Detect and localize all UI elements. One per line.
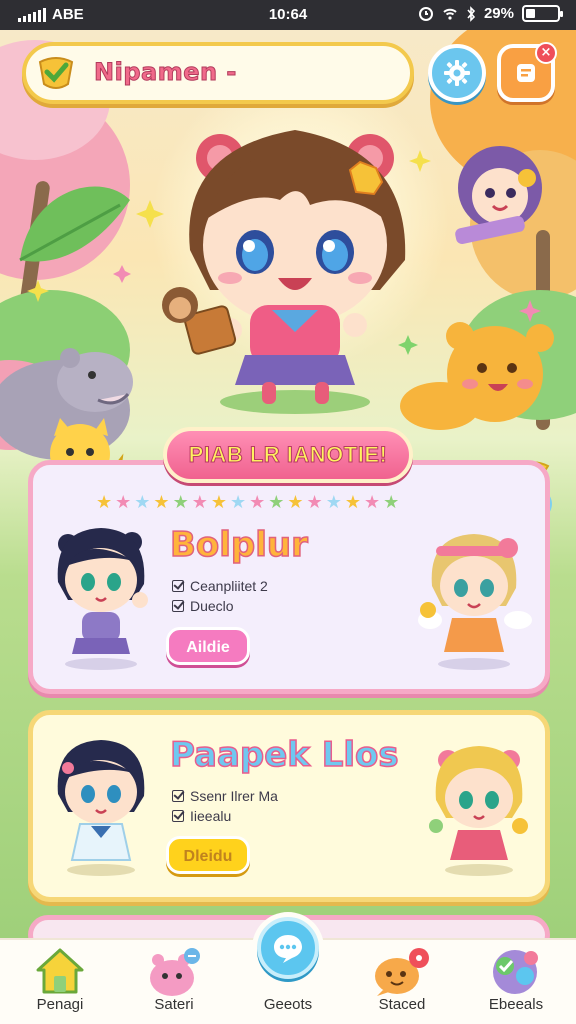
page-title: Nipamen - (94, 58, 237, 87)
girl-character-left-1 (57, 528, 148, 670)
nav-label: Sateri (154, 996, 194, 1013)
home-icon (36, 948, 84, 994)
checkbox-icon (172, 600, 184, 612)
event-action-button-2[interactable]: Dleidu (166, 836, 250, 874)
status-bar: ABE 10:64 29% (0, 0, 576, 30)
checkbox-icon (172, 580, 184, 592)
menu-button[interactable]: × (497, 42, 557, 102)
flying-character-illustration (455, 146, 542, 244)
girl-character-left-2 (57, 740, 145, 876)
messages-icon (375, 948, 429, 996)
nav-label: Ebeeals (488, 996, 544, 1013)
nav-home[interactable]: Penagi (10, 940, 110, 1024)
nav-pets[interactable]: Sateri (124, 940, 224, 1024)
nav-messages[interactable]: Staced (352, 940, 452, 1024)
event-title-2: Paapek Llos (169, 734, 399, 776)
girl-character-right-2 (429, 746, 528, 876)
nav-label: Penagi (36, 996, 84, 1013)
title-bar: Nipamen - (22, 42, 414, 104)
checklist-item: Ssenr Ilrer Ma (172, 788, 278, 804)
alarm-icon (418, 6, 433, 21)
collection-icon (493, 950, 538, 994)
bluetooth-icon (467, 5, 476, 22)
settings-button[interactable] (428, 44, 486, 102)
center-chat-button[interactable] (252, 912, 324, 984)
checkbox-icon (172, 810, 184, 822)
checklist-item: Dueclo (172, 598, 234, 614)
stars-decoration: ★★★★★★★★★★★★★★★★ (96, 492, 403, 512)
battery-percent: 29% (483, 5, 514, 22)
girl-character-right-1 (418, 534, 532, 670)
check-badge-icon (38, 57, 74, 89)
checkbox-icon (172, 790, 184, 802)
menu-icon (517, 64, 535, 82)
gear-icon (444, 60, 470, 86)
pet-icon (150, 948, 200, 996)
checklist-item: Iieealu (172, 808, 231, 824)
chat-icon (274, 935, 302, 963)
nav-label: Geeots (263, 996, 313, 1013)
event-title: Bolplur (169, 524, 308, 566)
close-icon[interactable]: × (535, 42, 557, 64)
main-character-illustration (162, 130, 406, 414)
battery-icon (522, 5, 563, 22)
event-banner: PIAB LR IANOTIE! (163, 427, 413, 483)
event-action-button[interactable]: Aildie (166, 627, 250, 665)
checklist-item: Ceanpliitet 2 (172, 578, 268, 594)
bear-character-illustration (400, 322, 554, 430)
nav-label: Staced (378, 996, 426, 1013)
nav-collection[interactable]: Ebeeals (466, 940, 566, 1024)
wifi-icon (443, 8, 457, 20)
